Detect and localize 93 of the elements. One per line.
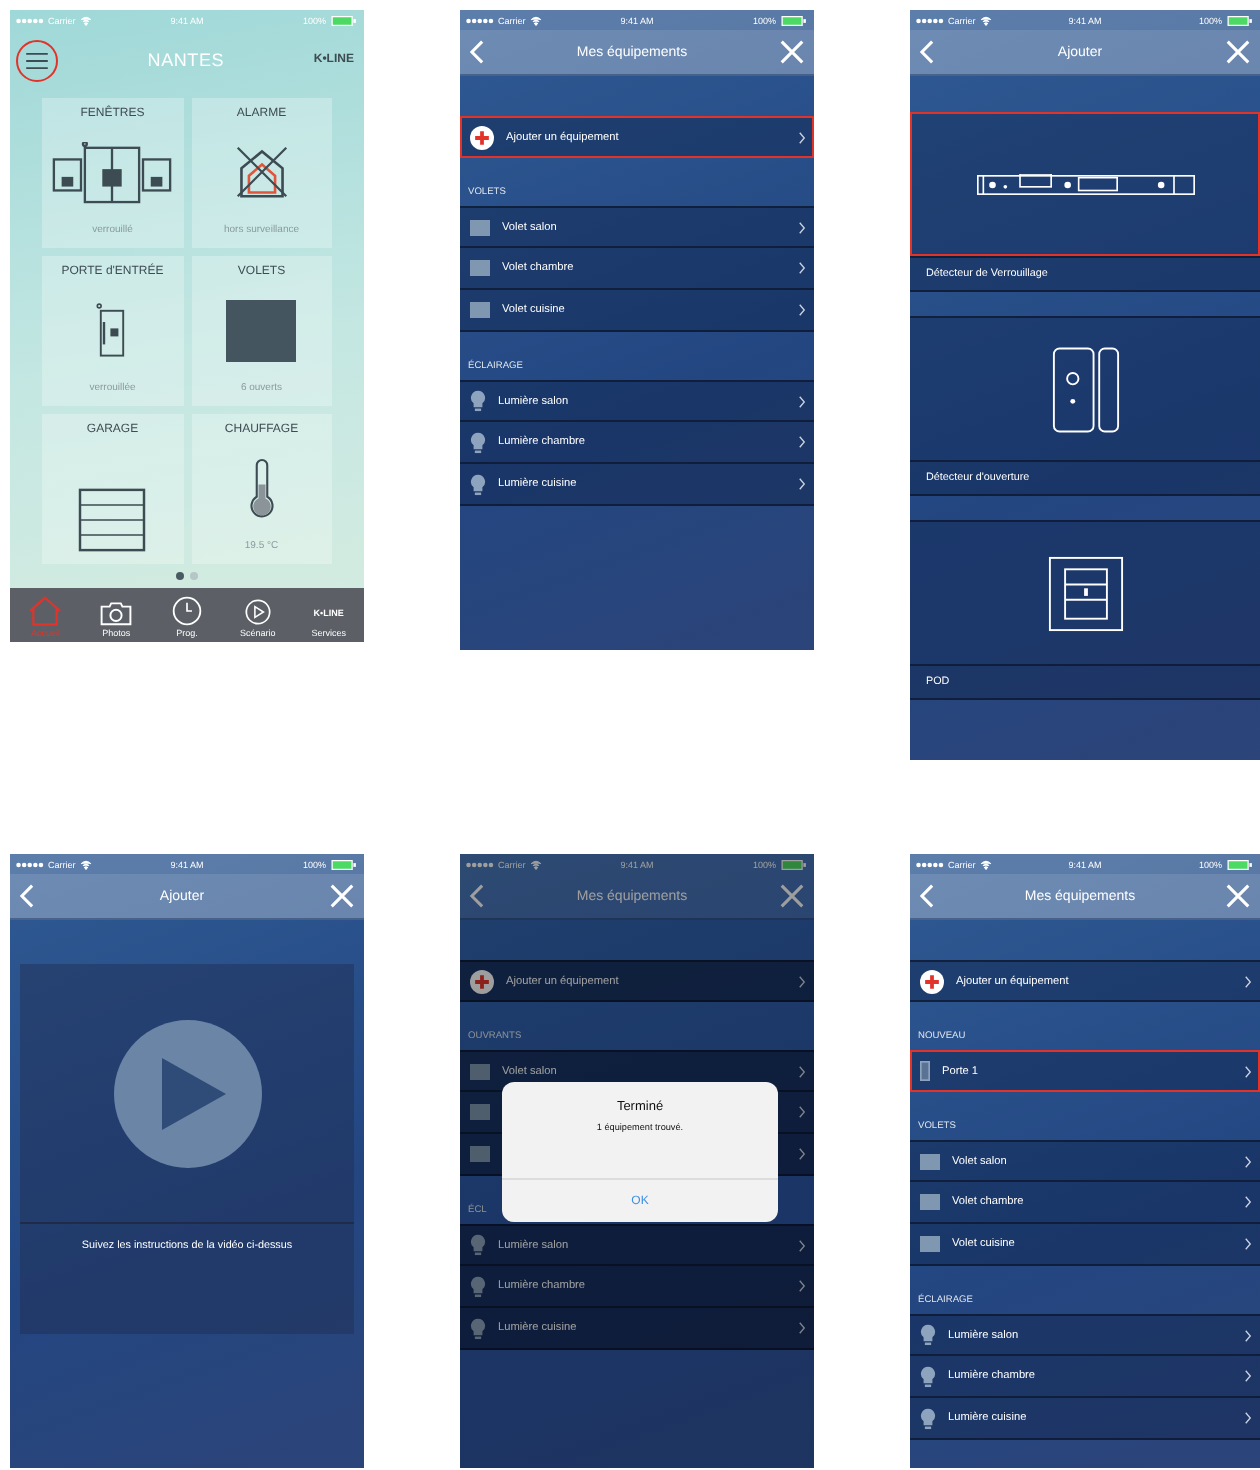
shutter-icon <box>470 260 490 276</box>
wifi-icon <box>529 15 542 25</box>
play-icon[interactable] <box>113 1019 261 1167</box>
chevron-icon <box>1244 1196 1252 1208</box>
wifi-icon <box>979 859 992 869</box>
signal-icon <box>466 861 494 867</box>
wifi-icon <box>529 859 542 869</box>
wall-switch-icon <box>1047 555 1123 631</box>
menu-button[interactable] <box>16 39 58 81</box>
chevron-icon <box>798 221 806 233</box>
bulb-icon <box>470 1317 486 1339</box>
chevron-icon <box>798 478 806 490</box>
bulb-icon <box>470 1234 486 1256</box>
device-preview[interactable] <box>910 520 1260 664</box>
chevron-icon <box>1244 975 1252 987</box>
chevron-icon <box>1244 1065 1252 1077</box>
signal-icon <box>16 17 44 23</box>
battery-icon <box>329 15 358 25</box>
add-icon <box>920 969 944 993</box>
shutter-icon <box>920 1236 940 1252</box>
play-circle-icon <box>243 598 272 626</box>
alarm-house-icon <box>233 144 290 200</box>
bulb-icon <box>920 1324 936 1346</box>
door-icon <box>920 1060 930 1082</box>
page-dot[interactable] <box>176 572 184 580</box>
chevron-icon <box>798 395 806 407</box>
chevron-icon <box>798 1322 806 1334</box>
chevron-icon <box>1244 1412 1252 1424</box>
camera-icon <box>100 600 133 626</box>
shutter-icon <box>226 299 297 361</box>
bulb-icon <box>470 431 486 453</box>
close-icon <box>779 40 804 64</box>
close-icon <box>1226 40 1250 64</box>
chevron-icon <box>798 304 806 316</box>
chevron-icon <box>798 1148 806 1160</box>
chevron-icon <box>798 1280 806 1292</box>
chevron-icon <box>798 1065 806 1077</box>
thermometer-icon <box>247 458 276 518</box>
door-icon <box>96 300 129 360</box>
add-icon <box>470 125 494 149</box>
chevron-icon <box>1244 1155 1252 1167</box>
back-icon <box>20 884 34 908</box>
page-dot[interactable] <box>190 572 198 580</box>
close-icon <box>330 884 354 908</box>
windows-icon <box>50 141 175 203</box>
shutter-icon <box>470 1146 490 1162</box>
battery-icon <box>329 859 358 869</box>
device-preview[interactable] <box>910 112 1260 256</box>
back-icon <box>920 884 934 908</box>
chevron-icon <box>798 436 806 448</box>
back-icon <box>470 40 484 64</box>
chevron-icon <box>798 1106 806 1118</box>
back-icon <box>920 40 934 64</box>
shutter-icon <box>920 1153 940 1169</box>
signal-icon <box>466 17 494 23</box>
wifi-icon <box>79 15 92 25</box>
shutter-icon <box>920 1194 940 1210</box>
chevron-icon <box>798 262 806 274</box>
menu-icon <box>26 51 48 69</box>
chevron-icon <box>798 131 806 143</box>
chevron-icon <box>798 1239 806 1251</box>
signal-icon <box>16 861 44 867</box>
back-icon <box>470 884 484 908</box>
shutter-icon <box>470 1104 490 1120</box>
close-icon <box>779 884 804 908</box>
shutter-icon <box>470 302 490 318</box>
garage-door-icon <box>78 488 147 552</box>
shutter-icon <box>470 219 490 235</box>
add-icon <box>470 969 494 993</box>
device-preview[interactable] <box>910 316 1260 460</box>
battery-icon <box>779 15 808 25</box>
chevron-icon <box>798 975 806 987</box>
bulb-icon <box>920 1407 936 1429</box>
bulb-icon <box>470 1275 486 1297</box>
signal-icon <box>916 17 944 23</box>
door-sensor-icon <box>1051 345 1119 433</box>
wifi-icon <box>979 15 992 25</box>
bulb-icon <box>470 390 486 412</box>
bulb-icon <box>470 473 486 495</box>
close-icon <box>1225 884 1250 908</box>
shutter-icon <box>470 1063 490 1079</box>
bulb-icon <box>920 1365 936 1387</box>
signal-icon <box>916 861 944 867</box>
chevron-icon <box>1244 1329 1252 1341</box>
location-title: NANTES <box>147 50 225 70</box>
wifi-icon <box>79 859 92 869</box>
chevron-icon <box>1244 1238 1252 1250</box>
battery-icon <box>1225 859 1254 869</box>
battery-icon <box>779 859 808 869</box>
battery-icon <box>1225 15 1254 25</box>
home-icon <box>28 596 63 626</box>
clock-icon <box>172 596 203 626</box>
chevron-icon <box>1244 1370 1252 1382</box>
